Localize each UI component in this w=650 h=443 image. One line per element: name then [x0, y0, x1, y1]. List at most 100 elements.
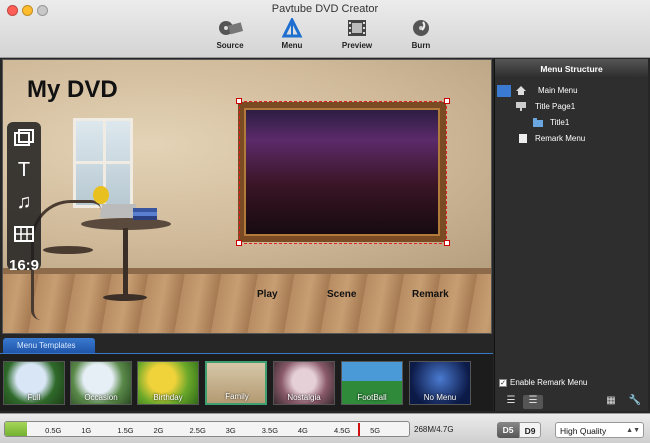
source-label: Source — [216, 41, 244, 50]
table-leg-image — [123, 228, 128, 296]
checkbox-box[interactable]: ✓ — [499, 378, 507, 387]
burn-disc-icon — [413, 20, 429, 36]
tree-item-remark-menu[interactable]: Remark Menu — [495, 131, 648, 147]
gauge-tick-label: 1.5G — [117, 426, 134, 435]
text-icon: T — [17, 159, 31, 181]
selection-marker — [497, 85, 511, 97]
pictures-icon — [14, 129, 34, 146]
gauge-tick-label: 3.5G — [261, 426, 279, 435]
preview-film-icon — [348, 20, 366, 36]
edit-toolbar: T ♫ 16:9 — [7, 122, 41, 274]
music-icon: ♫ — [16, 191, 32, 213]
enable-remark-checkbox[interactable]: ✓ Enable Remark Menu — [499, 378, 587, 387]
document-icon — [518, 134, 528, 143]
disc-capacity-gauge: 0.5G 1G 1.5G 2G 2.5G 3G 3.5G 4G 4.5G 5G — [4, 421, 410, 437]
disc-d9-button[interactable]: D9 — [519, 422, 541, 438]
home-icon — [516, 86, 526, 95]
menu-label: Menu — [281, 41, 303, 50]
template-label: Occasion — [84, 393, 118, 402]
laptop-image — [99, 204, 137, 218]
template-football[interactable]: FootBall — [341, 361, 403, 405]
grid-icon — [14, 226, 34, 242]
books-image — [133, 208, 157, 220]
gauge-tick-label: 0.5G — [45, 426, 62, 435]
title-bar: Pavtube DVD Creator Source Menu Preview — [0, 0, 650, 58]
wrench-icon[interactable]: 🔧 — [627, 395, 643, 409]
menu-button[interactable]: Menu — [269, 18, 315, 54]
layout-button[interactable] — [7, 218, 41, 250]
preview-button[interactable]: Preview — [334, 18, 380, 54]
template-nostalgia[interactable]: Nostalgia — [273, 361, 335, 405]
dvd-title[interactable]: My DVD — [27, 76, 118, 104]
chair-image — [31, 200, 101, 320]
tree-label: Remark Menu — [535, 134, 586, 143]
gauge-tick-label: 2G — [153, 426, 164, 435]
gauge-tick-label: 1G — [81, 426, 92, 435]
selection-box — [239, 101, 447, 244]
gauge-tick-label: 2.5G — [189, 426, 206, 435]
resize-handle[interactable] — [444, 240, 450, 246]
film-strip-icon[interactable]: ▦ — [603, 395, 619, 409]
flowers-image — [93, 186, 109, 204]
menu-canvas[interactable]: My DVD Play Scene Remark T ♫ 16:9 — [2, 59, 492, 334]
template-label: Birthday — [153, 393, 183, 402]
menu-item-remark[interactable]: Remark — [412, 289, 449, 300]
tree-label: Main Menu — [538, 86, 578, 95]
template-label: Full — [27, 393, 41, 402]
film-reel-icon — [219, 21, 243, 35]
tree-item-main-menu[interactable]: Main Menu — [495, 83, 648, 99]
template-label: Nostalgia — [287, 393, 321, 402]
gauge-fill — [5, 422, 28, 436]
template-occasion[interactable]: Occasion — [70, 361, 132, 405]
panel-tools: ☰ ☰ ▦ 🔧 — [495, 395, 649, 411]
window-title: Pavtube DVD Creator — [271, 3, 379, 15]
preview-label: Preview — [341, 41, 373, 50]
template-no-menu[interactable]: No Menu — [409, 361, 471, 405]
template-strip: Full Occasion Birthday Family Nostalgia … — [0, 353, 493, 411]
tree-item-title1[interactable]: Title1 — [495, 115, 648, 131]
resize-handle[interactable] — [444, 98, 450, 104]
burn-button[interactable]: Burn — [398, 18, 444, 54]
background-picture-button[interactable] — [7, 122, 41, 154]
disc-d5-button[interactable]: D5 — [497, 422, 519, 438]
template-full[interactable]: Full — [3, 361, 65, 405]
resize-handle[interactable] — [236, 240, 242, 246]
monitor-icon — [516, 102, 526, 111]
quality-select[interactable]: High Quality ▲▼ — [555, 422, 644, 438]
tree-label: Title1 — [550, 118, 570, 127]
menu-item-play[interactable]: Play — [257, 289, 278, 300]
status-bar: 0.5G 1G 1.5G 2G 2.5G 3G 3.5G 4G 4.5G 5G 268M/4.7G… — [0, 413, 650, 443]
aspect-ratio-button[interactable]: 16:9 — [7, 250, 41, 282]
detail-view-button[interactable]: ☰ — [523, 395, 543, 409]
menu-icon — [281, 18, 303, 38]
menu-structure-panel: Menu Structure Main Menu Title Page1 Tit… — [494, 59, 648, 411]
template-label: FootBall — [357, 393, 387, 402]
gauge-tick-label: 3G — [225, 426, 236, 435]
select-arrows-icon: ▲▼ — [626, 427, 640, 434]
capacity-marker — [358, 423, 361, 436]
source-button[interactable]: Source — [207, 18, 253, 54]
burn-label: Burn — [411, 41, 431, 50]
template-label: No Menu — [423, 393, 457, 402]
folder-icon — [533, 118, 543, 127]
menu-structure-title: Menu Structure — [495, 59, 648, 79]
chair-seat-image — [43, 246, 93, 254]
tree-item-title-page1[interactable]: Title Page1 — [495, 99, 648, 115]
gauge-tick-label: 5G — [370, 426, 381, 435]
enable-remark-label: Enable Remark Menu — [510, 378, 588, 387]
usage-text: 268M/4.7G — [414, 425, 454, 434]
gauge-tick-label: 4.5G — [334, 426, 351, 435]
menu-templates-tab[interactable]: Menu Templates — [3, 338, 95, 353]
list-view-button[interactable]: ☰ — [501, 395, 521, 409]
app-window: Pavtube DVD Creator Source Menu Preview — [0, 0, 650, 443]
add-text-button[interactable]: T — [7, 154, 41, 186]
menu-item-scene[interactable]: Scene — [327, 289, 356, 300]
template-birthday[interactable]: Birthday — [137, 361, 199, 405]
template-label: Family — [225, 392, 249, 401]
tree-label: Title Page1 — [535, 102, 576, 111]
add-music-button[interactable]: ♫ — [7, 186, 41, 218]
template-family[interactable]: Family — [205, 361, 267, 405]
table-base-image — [103, 294, 147, 301]
resize-handle[interactable] — [236, 98, 242, 104]
quality-value: High Quality — [560, 426, 607, 436]
